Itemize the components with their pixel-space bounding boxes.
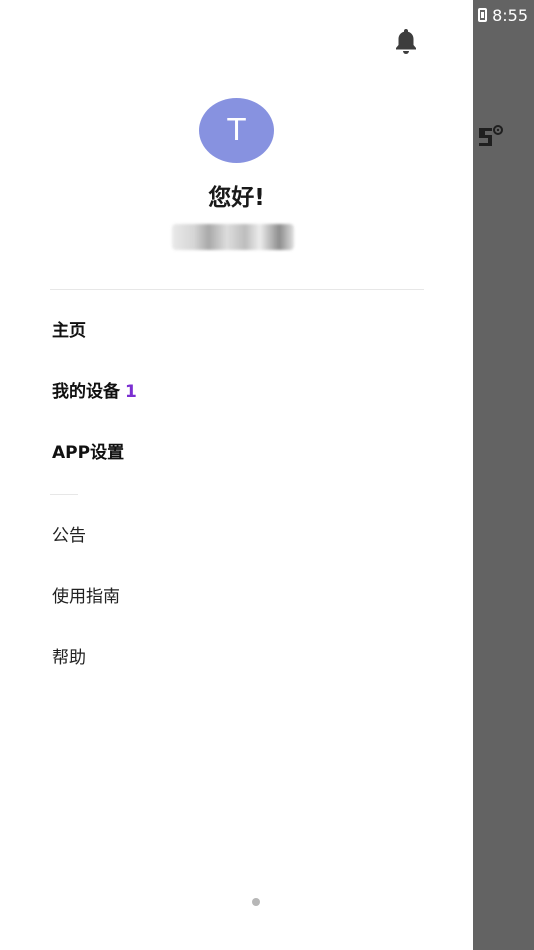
menu-item-label: 我的设备 <box>52 382 120 402</box>
menu-item-label: 公告 <box>52 526 86 546</box>
menu-item-home[interactable]: 主页 <box>52 319 86 343</box>
menu-item-my-devices[interactable]: 我的设备 1 <box>52 380 137 404</box>
status-bar: 8:55 <box>473 0 534 30</box>
greeting-text: 您好! <box>208 185 265 211</box>
menu-item-label: 主页 <box>52 321 86 341</box>
device-settings-icon <box>479 125 503 146</box>
menu-divider <box>50 289 424 290</box>
menu-item-help[interactable]: 帮助 <box>52 646 86 670</box>
account-name-blurred <box>172 224 294 250</box>
menu-item-label: APP设置 <box>52 443 125 463</box>
menu-item-label: 使用指南 <box>52 587 120 607</box>
avatar-initial: T <box>227 113 246 148</box>
menu-item-user-guide[interactable]: 使用指南 <box>52 585 120 609</box>
menu-item-label: 帮助 <box>52 648 86 668</box>
navigation-drawer: T 您好! 主页 我的设备 1 APP设置 公告 使用指南 帮助 <box>0 0 473 950</box>
battery-charging-icon <box>478 8 488 22</box>
avatar[interactable]: T <box>199 98 274 163</box>
status-time: 8:55 <box>492 5 528 25</box>
section-divider <box>50 494 78 495</box>
device-count-badge: 1 <box>125 382 137 402</box>
page-indicator-dot <box>252 898 260 906</box>
bell-icon[interactable] <box>393 27 419 55</box>
menu-item-app-settings[interactable]: APP设置 <box>52 441 124 465</box>
menu-item-announcements[interactable]: 公告 <box>52 524 86 548</box>
